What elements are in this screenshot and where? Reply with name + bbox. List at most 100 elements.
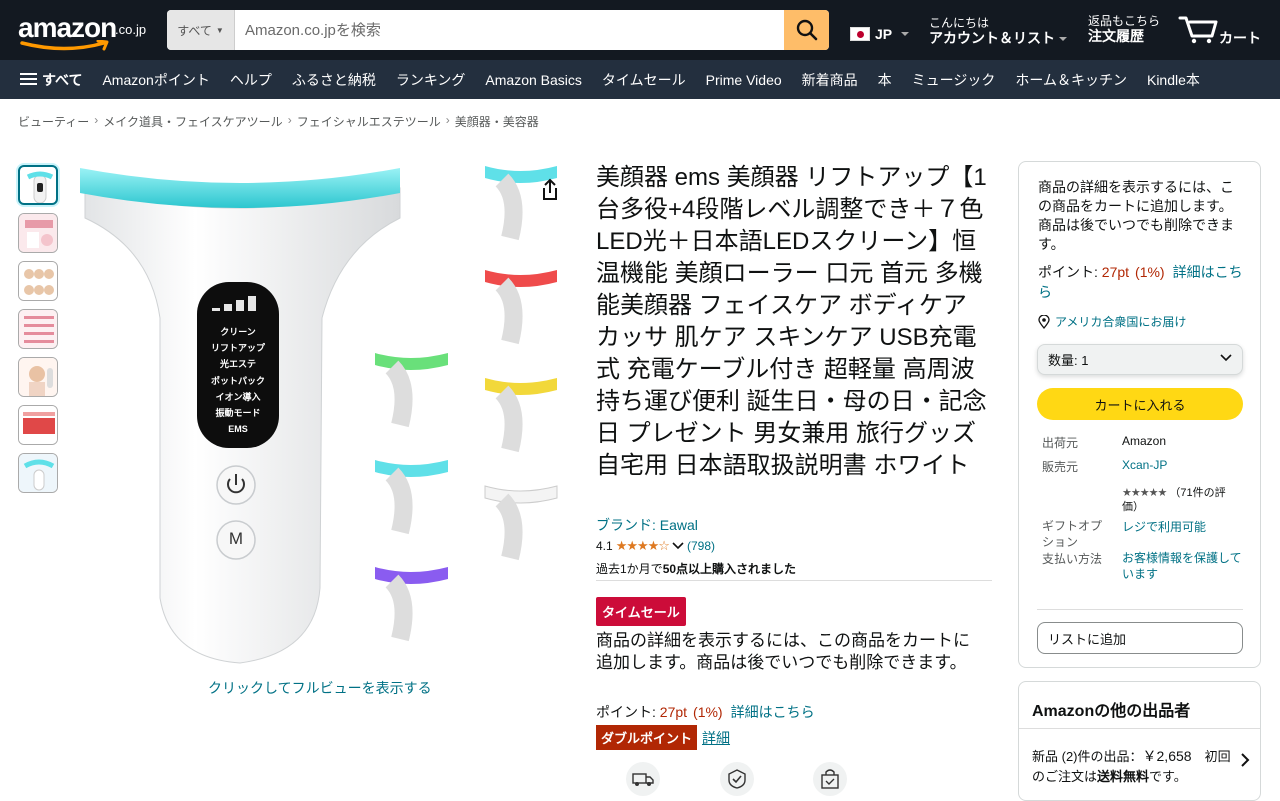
caret-down-icon [901, 32, 910, 36]
add-to-cart-button[interactable]: カートに入れる [1037, 388, 1243, 420]
points-details-link[interactable]: 詳細はこちら [731, 704, 815, 720]
device-m-button-label: M [228, 529, 244, 548]
thumbnail-image[interactable] [18, 261, 58, 301]
logo-suffix: .co.jp [115, 22, 147, 37]
gift-key: ギフトオプション [1042, 519, 1103, 549]
other-sellers-box[interactable]: Amazonの他の出品者 新品 (2)件の出品：￥2,658 初回のご注文は送料… [1018, 681, 1261, 801]
seller-key: 販売元 [1042, 460, 1079, 474]
nav-item[interactable]: Prime Video [696, 72, 792, 88]
search-icon [796, 19, 817, 41]
buybox-message: 商品の詳細を表示するには、この商品をカートに追加します。商品は後でいつでも削除で… [1038, 179, 1234, 252]
nav-item[interactable]: 新着商品 [792, 70, 868, 90]
breadcrumb-item[interactable]: フェイシャルエステツール [297, 113, 441, 130]
all-menu-button[interactable]: すべて [10, 70, 92, 90]
screen-label: 振動モード [215, 408, 261, 419]
chevron-down-icon[interactable] [672, 542, 684, 550]
caret-down-icon: ▼ [215, 25, 224, 35]
secure-badge-icon[interactable] [720, 762, 754, 796]
search-category-select[interactable]: すべて ▼ [167, 10, 235, 50]
cart-link[interactable]: カート [1178, 12, 1268, 48]
nav-item[interactable]: ランキング [386, 70, 476, 90]
deliver-to-link[interactable]: アメリカ合衆国にお届け [1038, 313, 1186, 330]
search-input[interactable] [235, 10, 784, 50]
divider [1019, 728, 1260, 729]
thumbnail-image[interactable] [18, 357, 58, 397]
screen-label: ポットパック [210, 375, 265, 386]
shipper-key: 出荷元 [1042, 436, 1079, 450]
chevron-right-icon [1241, 753, 1250, 767]
deliver-to-label: アメリカ合衆国にお届け [1055, 315, 1187, 329]
search-category-label: すべて [177, 23, 212, 38]
main-product-image[interactable]: クリーン リフトアップ 光エステ ポットパック イオン導入 振動モード EMS … [70, 158, 580, 678]
share-icon [543, 178, 557, 200]
buy-box: 商品の詳細を表示するには、この商品をカートに追加します。商品は後でいつでも削除で… [1018, 161, 1261, 668]
cart-icon [1178, 16, 1218, 44]
deal-badge: タイムセール [596, 597, 686, 626]
nav-item[interactable]: Kindle本 [1137, 70, 1210, 90]
thumbnail-image[interactable] [18, 213, 58, 253]
shipper-value: Amazon [1122, 434, 1167, 448]
breadcrumb-separator: › [445, 113, 450, 127]
search-bar: すべて ▼ [167, 10, 829, 50]
nav-item[interactable]: ヘルプ [220, 70, 282, 90]
shopping-bag-icon[interactable] [813, 762, 847, 796]
divider [596, 580, 992, 581]
add-to-list-button[interactable]: リストに追加 [1037, 622, 1243, 654]
screen-label: リフトアップ [210, 343, 265, 354]
payment-link[interactable]: お客様情報を保護しています [1122, 550, 1247, 582]
rating-value: 4.1 [596, 539, 613, 553]
nav-item[interactable]: Amazon Basics [475, 72, 591, 88]
nav-bar: すべて Amazonポイント ヘルプ ふるさと納税 ランキング Amazon B… [0, 60, 1280, 99]
breadcrumb-item[interactable]: メイク道具・フェイスケアツール [103, 113, 282, 130]
bought-count: 過去1か月で50点以上購入されました [596, 562, 797, 576]
amazon-logo[interactable]: amazon .co.jp [16, 8, 156, 54]
thumbnail-image[interactable] [18, 165, 58, 205]
breadcrumb-separator: › [94, 113, 99, 127]
all-menu-label: すべて [42, 71, 83, 88]
double-point-details-link[interactable]: 詳細 [702, 728, 730, 748]
returns-text: 返品もこちら [1088, 14, 1161, 28]
other-sellers-text: 新品 (2)件の出品：￥2,658 初回のご注文は送料無料です。 [1032, 748, 1231, 784]
screen-label: イオン導入 [215, 391, 261, 402]
orders-link[interactable]: 返品もこちら 注文履歴 [1088, 14, 1160, 44]
breadcrumb: ビューティー › メイク道具・フェイスケアツール › フェイシャルエステツール › 美… [18, 113, 539, 130]
seller-link[interactable]: Xcan-JP [1122, 458, 1167, 472]
gift-link[interactable]: レジで利用可能 [1122, 518, 1206, 535]
share-button[interactable] [536, 176, 564, 209]
cart-message: 商品の詳細を表示するには、この商品をカートに追加します。商品は後でいつでも削除で… [596, 631, 970, 672]
breadcrumb-separator: › [287, 113, 292, 127]
smile-arrow-icon [20, 40, 109, 51]
cart-label: カート [1219, 30, 1261, 46]
seller-star-icon: ★★★★★ [1122, 487, 1167, 499]
account-label: アカウント＆リスト [929, 31, 1067, 46]
nav-item[interactable]: ホーム＆キッチン [1005, 70, 1137, 90]
star-rating-icon[interactable]: ★★★★☆ [616, 538, 670, 554]
other-sellers-heading: Amazonの他の出品者 [1032, 703, 1191, 720]
screen-label: クリーン [220, 327, 256, 337]
breadcrumb-item[interactable]: 美顔器・美容器 [455, 113, 539, 130]
product-title: 美顔器 ems 美顔器 リフトアップ【1台多役+4段階レベル調整でき＋７色LED… [596, 164, 987, 479]
quantity-label: 数量: 1 [1048, 353, 1089, 368]
nav-item[interactable]: Amazonポイント [92, 70, 219, 90]
language-selector[interactable]: JP [850, 26, 910, 42]
nav-item[interactable]: ふるさと納税 [282, 70, 386, 90]
search-button[interactable] [784, 10, 829, 50]
delivery-truck-icon[interactable] [626, 762, 660, 796]
thumbnail-image[interactable] [18, 405, 58, 445]
device-screen-labels: クリーン リフトアップ 光エステ ポットパック イオン導入 振動モード EMS [197, 324, 279, 437]
greeting-text: こんにちは [929, 16, 990, 30]
quantity-select[interactable]: 数量: 1 [1037, 344, 1243, 375]
nav-item[interactable]: タイムセール [592, 70, 696, 90]
nav-item[interactable]: 本 [868, 70, 902, 90]
breadcrumb-item[interactable]: ビューティー [18, 113, 89, 130]
thumbnail-image[interactable] [18, 309, 58, 349]
product-illustration [80, 166, 558, 664]
screen-label: 光エステ [219, 359, 256, 370]
thumbnail-image[interactable] [18, 453, 58, 493]
review-count-link[interactable]: (798) [687, 539, 715, 553]
payment-key: 支払い方法 [1042, 552, 1103, 566]
full-view-link[interactable]: クリックしてフルビューを表示する [208, 678, 432, 698]
brand-link[interactable]: ブランド: Eawal [596, 515, 698, 535]
account-lists-menu[interactable]: こんにちは アカウント＆リスト [929, 16, 1067, 46]
nav-item[interactable]: ミュージック [902, 70, 1006, 90]
